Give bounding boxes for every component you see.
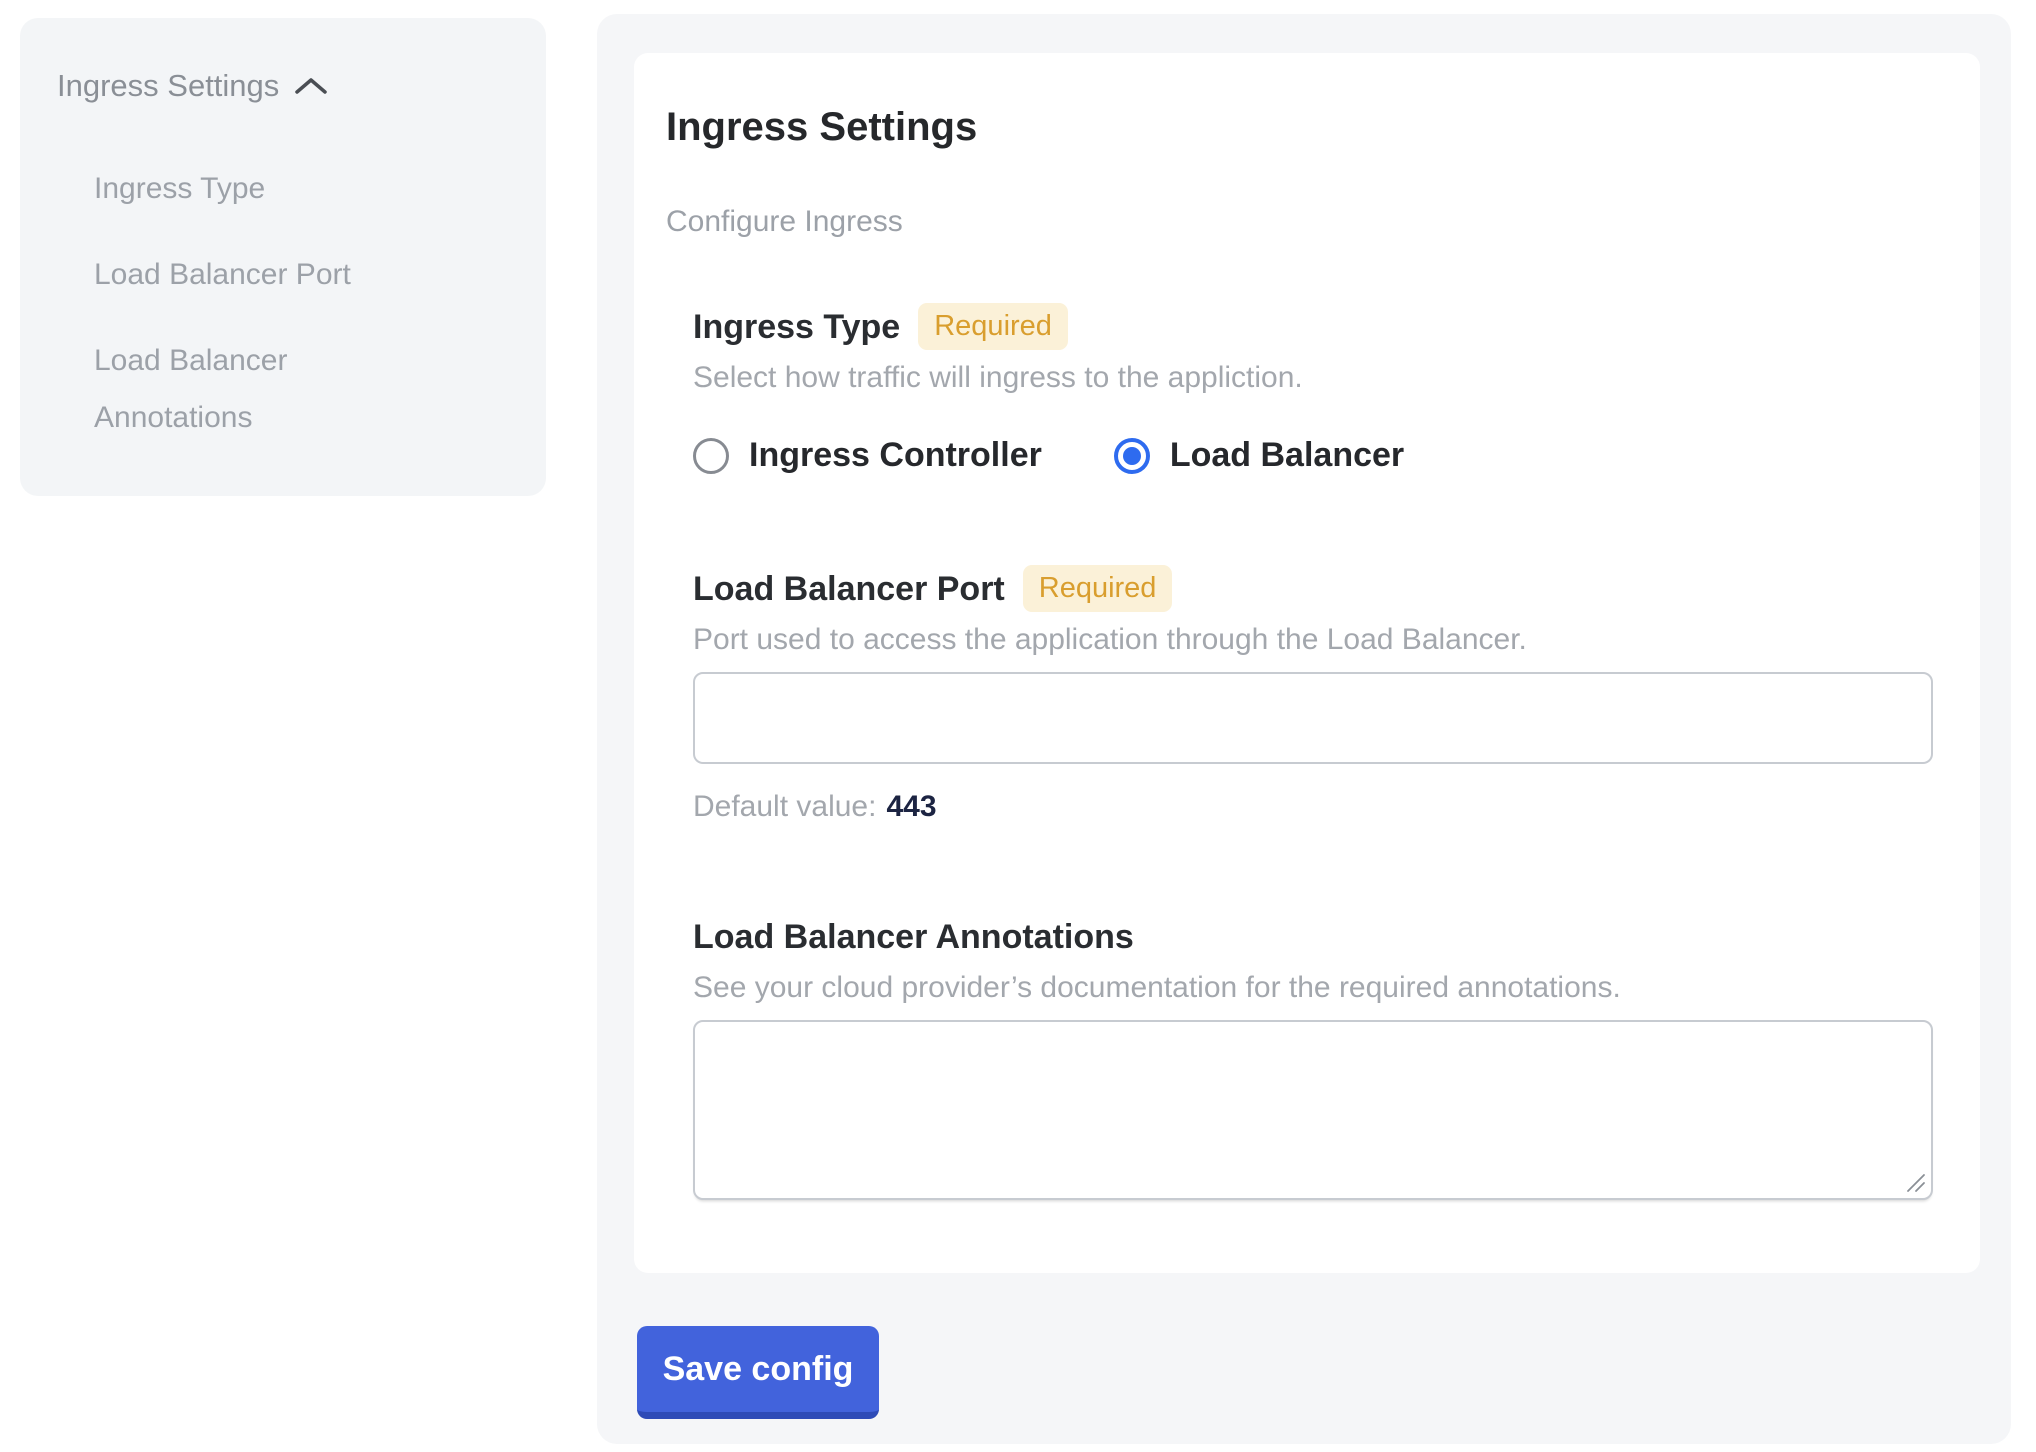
radio-ingress-controller[interactable]: Ingress Controller <box>693 436 1042 475</box>
field-description: Select how traffic will ingress to the a… <box>693 358 1933 398</box>
sidebar-item-load-balancer-port[interactable]: Load Balancer Port <box>57 246 387 303</box>
default-value-label: Default value: <box>693 790 876 823</box>
annotations-textarea-wrap <box>693 1020 1933 1200</box>
page-title: Ingress Settings <box>666 103 1933 151</box>
field-label-load-balancer-port: Load Balancer Port <box>693 566 1005 612</box>
chevron-up-icon <box>293 76 329 101</box>
page-subtitle: Configure Ingress <box>666 203 1933 241</box>
settings-nav-sidebar: Ingress Settings Ingress Type Load Balan… <box>20 18 546 496</box>
main-panel: Ingress Settings Configure Ingress Ingre… <box>597 14 2011 1444</box>
field-label-load-balancer-annotations: Load Balancer Annotations <box>693 914 1134 960</box>
field-label-row: Load Balancer Port Required <box>693 565 1933 612</box>
default-value-line: Default value: 443 <box>693 788 1933 826</box>
field-ingress-type: Ingress Type Required Select how traffic… <box>693 303 1933 475</box>
radio-button-icon[interactable] <box>693 438 729 474</box>
field-label-row: Ingress Type Required <box>693 303 1933 350</box>
default-value: 443 <box>886 790 936 823</box>
sidebar-group-ingress-settings[interactable]: Ingress Settings <box>57 66 509 106</box>
ingress-settings-card: Ingress Settings Configure Ingress Ingre… <box>634 53 1980 1273</box>
screen: Ingress Settings Ingress Type Load Balan… <box>0 0 2036 1452</box>
sidebar-item-list: Ingress Type Load Balancer Port Load Bal… <box>57 160 387 446</box>
field-description: Port used to access the application thro… <box>693 620 1933 660</box>
fields-container: Ingress Type Required Select how traffic… <box>693 303 1933 1200</box>
radio-label: Load Balancer <box>1170 436 1404 475</box>
sidebar-group-label: Ingress Settings <box>57 66 279 106</box>
field-label-row: Load Balancer Annotations <box>693 914 1933 960</box>
radio-label: Ingress Controller <box>749 436 1042 475</box>
load-balancer-port-input[interactable] <box>693 672 1933 764</box>
save-config-button[interactable]: Save config <box>637 1326 879 1419</box>
radio-button-icon[interactable] <box>1114 438 1150 474</box>
sidebar-item-ingress-type[interactable]: Ingress Type <box>57 160 387 217</box>
field-load-balancer-annotations: Load Balancer Annotations See your cloud… <box>693 914 1933 1200</box>
sidebar-item-load-balancer-annotations[interactable]: Load Balancer Annotations <box>57 332 387 446</box>
field-load-balancer-port: Load Balancer Port Required Port used to… <box>693 565 1933 826</box>
required-badge: Required <box>918 303 1068 350</box>
ingress-type-radio-group: Ingress Controller Load Balancer <box>693 436 1933 475</box>
required-badge: Required <box>1023 565 1173 612</box>
radio-load-balancer[interactable]: Load Balancer <box>1114 436 1404 475</box>
resize-handle-icon[interactable] <box>1905 1172 1927 1194</box>
load-balancer-annotations-textarea[interactable] <box>693 1020 1933 1200</box>
field-description: See your cloud provider’s documentation … <box>693 968 1933 1008</box>
field-label-ingress-type: Ingress Type <box>693 304 900 350</box>
